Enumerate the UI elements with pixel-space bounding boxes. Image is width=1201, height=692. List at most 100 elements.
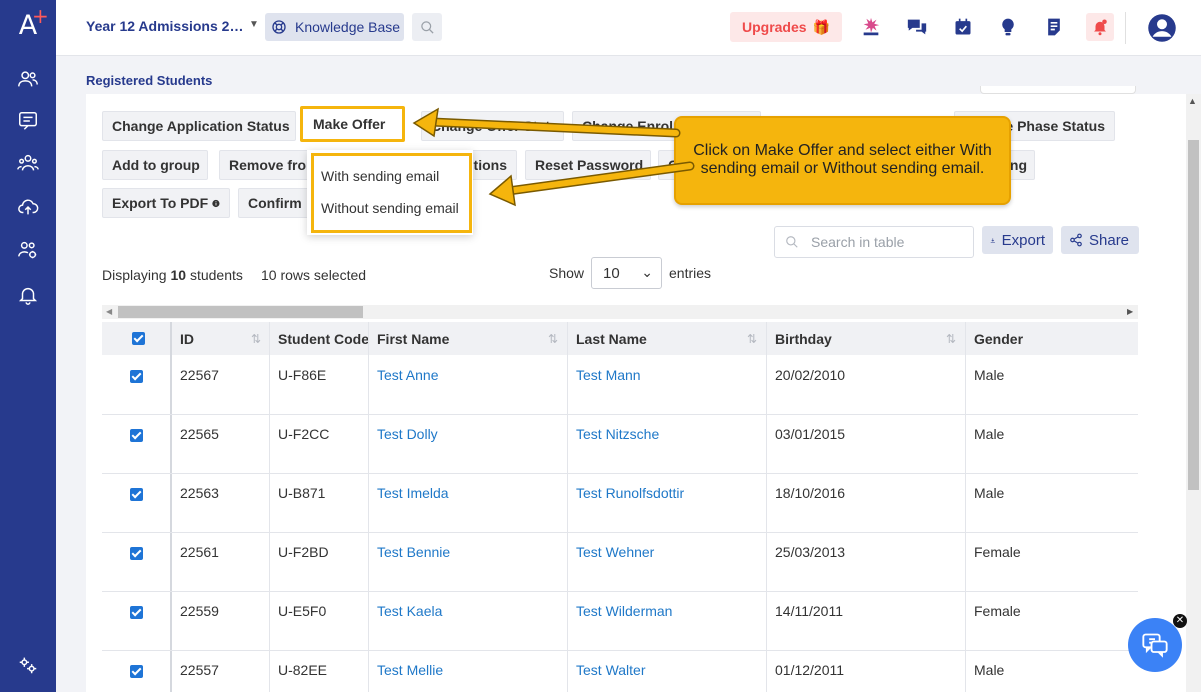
cell-birthday: 18/10/2016 xyxy=(775,485,846,501)
row-divider xyxy=(102,414,1138,415)
users-icon[interactable] xyxy=(0,64,56,94)
cell-first-name[interactable]: Test Anne xyxy=(377,367,439,383)
row-checkbox[interactable] xyxy=(130,429,143,442)
app-logo[interactable]: A + xyxy=(0,4,56,46)
share-button[interactable]: Share xyxy=(1061,226,1139,254)
row-checkbox[interactable] xyxy=(130,370,143,383)
entries-select[interactable]: 10 ⌄ xyxy=(591,257,662,289)
scroll-right-icon[interactable]: ▶ xyxy=(1127,307,1133,316)
export-to-pdf-button[interactable]: Export To PDF xyxy=(102,188,230,218)
notification-bell-icon[interactable] xyxy=(1086,13,1114,41)
lightbulb-icon[interactable] xyxy=(995,14,1021,40)
cloud-upload-icon[interactable] xyxy=(0,192,56,222)
bell-icon[interactable] xyxy=(0,280,56,310)
header-student-code[interactable]: Student Code xyxy=(278,331,369,347)
top-bar: Year 12 Admissions 2… ▼ Knowledge Base U… xyxy=(56,0,1201,56)
cell-first-name[interactable]: Test Imelda xyxy=(377,485,449,501)
with-sending-email-option[interactable]: With sending email xyxy=(321,168,439,184)
column-divider xyxy=(965,322,966,692)
reset-password-button[interactable]: Reset Password xyxy=(525,150,651,180)
cell-id: 22563 xyxy=(180,485,219,501)
row-checkbox[interactable] xyxy=(130,665,143,678)
row-checkbox[interactable] xyxy=(130,547,143,560)
cell-last-name[interactable]: Test Runolfsdottir xyxy=(576,485,684,501)
lifebuoy-icon xyxy=(272,20,286,34)
info-icon xyxy=(212,199,220,207)
select-all-checkbox[interactable] xyxy=(132,332,145,345)
header-id[interactable]: ID xyxy=(180,331,194,347)
knowledge-base-button[interactable]: Knowledge Base xyxy=(265,13,404,41)
cell-gender: Female xyxy=(974,544,1021,560)
dropdown-highlight xyxy=(311,153,472,233)
cell-last-name[interactable]: Test Mann xyxy=(576,367,641,383)
cell-birthday: 03/01/2015 xyxy=(775,426,846,442)
confirm-button[interactable]: Confirm xyxy=(238,188,318,218)
change-offer-status-button[interactable]: Change Offer Status xyxy=(421,111,564,141)
header-first-name[interactable]: First Name xyxy=(377,331,449,347)
row-divider xyxy=(102,532,1138,533)
column-divider xyxy=(170,322,172,692)
cell-student-code: U-F2BD xyxy=(278,544,329,560)
export-button[interactable]: Export xyxy=(982,226,1053,254)
row-checkbox[interactable] xyxy=(130,606,143,619)
sort-icon[interactable]: ⇅ xyxy=(548,332,558,346)
search-icon xyxy=(420,20,434,34)
upgrades-button[interactable]: Upgrades 🎁 xyxy=(730,12,842,42)
cell-last-name[interactable]: Test Wilderman xyxy=(576,603,672,619)
cell-first-name[interactable]: Test Kaela xyxy=(377,603,442,619)
add-to-group-button[interactable]: Add to group xyxy=(102,150,208,180)
sparkle-icon[interactable] xyxy=(858,14,884,40)
cell-first-name[interactable]: Test Dolly xyxy=(377,426,438,442)
cell-last-name[interactable]: Test Wehner xyxy=(576,544,654,560)
header-birthday[interactable]: Birthday xyxy=(775,331,832,347)
horizontal-scroll-thumb[interactable] xyxy=(118,306,363,318)
vertical-scroll-thumb[interactable] xyxy=(1188,140,1199,490)
settings-icon[interactable] xyxy=(0,650,56,680)
cell-gender: Male xyxy=(974,662,1005,678)
user-avatar-icon[interactable] xyxy=(1146,12,1178,44)
header-last-name[interactable]: Last Name xyxy=(576,331,647,347)
sort-icon[interactable]: ⇅ xyxy=(251,332,261,346)
knowledge-base-label: Knowledge Base xyxy=(295,19,401,35)
sort-icon[interactable]: ⇅ xyxy=(946,332,956,346)
document-icon[interactable] xyxy=(1041,14,1067,40)
cell-birthday: 20/02/2010 xyxy=(775,367,846,383)
displaying-number: 10 xyxy=(170,267,187,283)
scroll-left-icon[interactable]: ◀ xyxy=(106,307,112,316)
cell-gender: Female xyxy=(974,603,1021,619)
message-icon[interactable] xyxy=(0,106,56,136)
show-label: Show xyxy=(549,265,585,281)
sort-icon[interactable]: ⇅ xyxy=(747,332,757,346)
without-sending-email-option[interactable]: Without sending email xyxy=(321,200,459,216)
table-search-input[interactable]: Search in table xyxy=(774,226,974,258)
scroll-up-icon[interactable]: ▲ xyxy=(1188,96,1197,106)
cell-id: 22565 xyxy=(180,426,219,442)
chat-widget-button[interactable] xyxy=(1128,618,1182,672)
cell-last-name[interactable]: Test Walter xyxy=(576,662,646,678)
download-icon xyxy=(990,237,995,243)
admissions-title[interactable]: Year 12 Admissions 2… xyxy=(86,18,243,34)
cell-first-name[interactable]: Test Mellie xyxy=(377,662,443,678)
cell-birthday: 25/03/2013 xyxy=(775,544,846,560)
entries-label: entries xyxy=(669,265,712,281)
row-divider xyxy=(102,650,1138,651)
page-title: Registered Students xyxy=(86,73,213,88)
calendar-icon[interactable] xyxy=(950,14,976,40)
change-application-status-button[interactable]: Change Application Status xyxy=(102,111,296,141)
group-icon[interactable] xyxy=(0,148,56,178)
make-offer-button[interactable]: Make Offer xyxy=(303,109,402,139)
column-divider xyxy=(368,322,369,692)
row-checkbox[interactable] xyxy=(130,488,143,501)
close-icon[interactable]: ✕ xyxy=(1173,614,1187,628)
cell-last-name[interactable]: Test Nitzsche xyxy=(576,426,659,442)
users-settings-icon[interactable] xyxy=(0,235,56,265)
chat-bubbles-icon[interactable] xyxy=(904,14,930,40)
cell-student-code: U-F86E xyxy=(278,367,327,383)
row-divider xyxy=(102,473,1138,474)
cell-first-name[interactable]: Test Bennie xyxy=(377,544,450,560)
header-gender[interactable]: Gender xyxy=(974,331,1023,347)
search-button[interactable] xyxy=(412,13,442,41)
search-icon xyxy=(786,236,798,248)
chevron-down-icon[interactable]: ▼ xyxy=(249,19,259,30)
cell-student-code: U-E5F0 xyxy=(278,603,327,619)
